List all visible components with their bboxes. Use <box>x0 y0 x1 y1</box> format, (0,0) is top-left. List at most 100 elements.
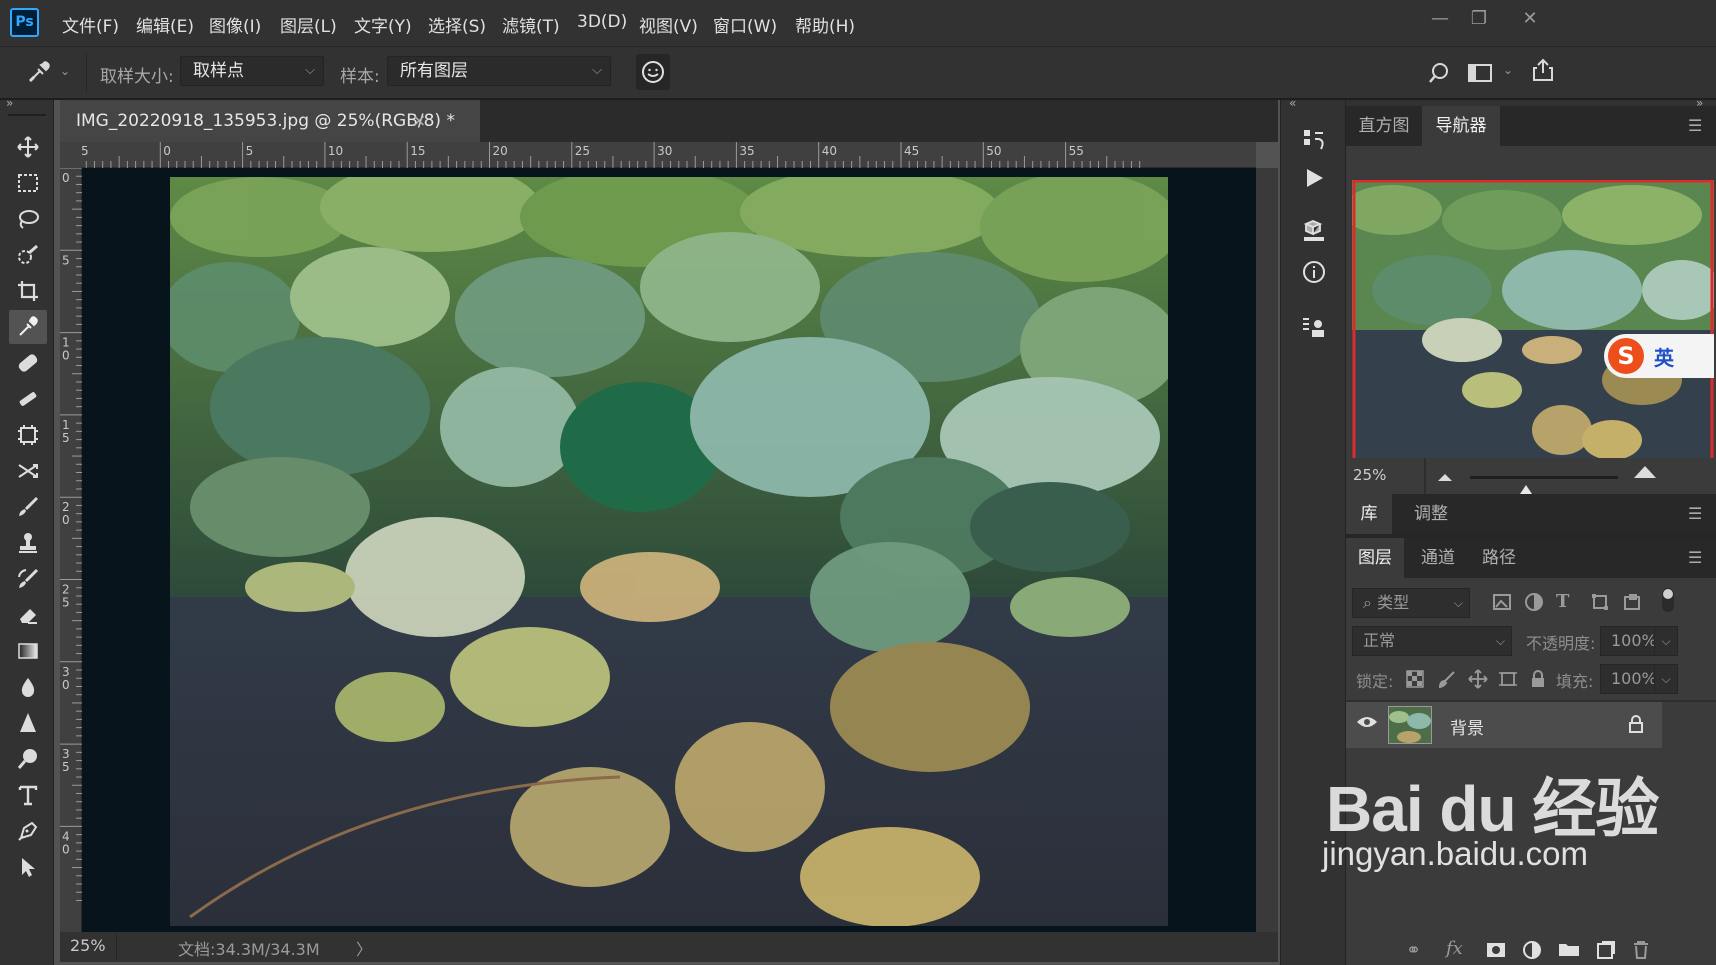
dodge-tool-icon[interactable] <box>9 742 47 776</box>
sample-size-select[interactable]: 取样点 ⌵ <box>180 56 324 86</box>
brush-tool-icon[interactable] <box>9 490 47 524</box>
sharpen-tool-icon[interactable] <box>9 706 47 740</box>
new-group-icon[interactable] <box>1558 941 1580 961</box>
delete-layer-icon[interactable] <box>1632 940 1650 964</box>
minimize-button[interactable]: — <box>1420 4 1460 34</box>
close-window-button[interactable]: ✕ <box>1510 4 1550 34</box>
tab-libraries[interactable]: 库 <box>1346 494 1392 534</box>
pen-tool-icon[interactable] <box>9 814 47 848</box>
restore-button[interactable]: ❐ <box>1459 4 1499 34</box>
actions-play-icon[interactable] <box>1296 160 1332 196</box>
menu-layer[interactable]: 图层(L) <box>280 12 337 37</box>
3d-panel-icon[interactable] <box>1296 214 1332 250</box>
menu-edit[interactable]: 编辑(E) <box>136 12 194 37</box>
history-panel-icon[interactable] <box>1296 122 1332 158</box>
zoom-in-icon[interactable] <box>1632 464 1658 484</box>
layer-name[interactable]: 背景 <box>1450 714 1484 739</box>
search-icon[interactable] <box>1422 56 1456 90</box>
add-mask-icon[interactable] <box>1486 942 1506 962</box>
link-layers-icon[interactable]: ⚭ <box>1406 940 1421 961</box>
lock-artboard-icon[interactable] <box>1498 670 1518 692</box>
filter-shape-icon[interactable] <box>1590 592 1610 616</box>
chevron-down-icon[interactable]: ⌄ <box>1503 63 1513 77</box>
eyedropper-tool-icon[interactable] <box>9 310 47 344</box>
navigator-thumbnail[interactable]: S 英 <box>1352 180 1714 474</box>
menu-view[interactable]: 视图(V) <box>639 12 698 37</box>
zoom-slider-track[interactable] <box>1470 476 1618 479</box>
info-icon[interactable] <box>1296 254 1332 290</box>
tab-histogram[interactable]: 直方图 <box>1346 106 1422 146</box>
expand-panel-icon[interactable]: » <box>6 96 13 110</box>
stamp-tool-icon[interactable] <box>9 526 47 560</box>
content-aware-tool-icon[interactable] <box>9 418 47 452</box>
lock-transparent-icon[interactable] <box>1406 670 1424 692</box>
ruler-v-label: 1 <box>62 336 70 350</box>
move-tool-icon[interactable] <box>9 130 47 164</box>
collapse-icon[interactable]: « <box>1289 96 1296 110</box>
menu-type[interactable]: 文字(Y) <box>354 12 412 37</box>
type-tool-icon[interactable] <box>9 778 47 812</box>
sample-select[interactable]: 所有图层 ⌵ <box>387 56 611 86</box>
zoom-out-icon[interactable] <box>1436 468 1454 487</box>
filter-type-icon[interactable]: T <box>1556 591 1569 612</box>
patch-tool-icon[interactable] <box>9 382 47 416</box>
new-adjustment-icon[interactable] <box>1522 940 1542 964</box>
content-move-tool-icon[interactable] <box>9 454 47 488</box>
tab-adjustments[interactable]: 调整 <box>1396 494 1466 534</box>
filter-adjustment-icon[interactable] <box>1524 592 1544 616</box>
navigator-zoom-value[interactable]: 25% <box>1353 466 1386 484</box>
menu-image[interactable]: 图像(I) <box>209 12 261 37</box>
filter-toggle[interactable] <box>1662 588 1674 612</box>
blend-mode-select[interactable]: 正常 ⌵ <box>1352 626 1512 656</box>
status-menu-arrow-icon[interactable]: 〉 <box>356 936 372 960</box>
menu-file[interactable]: 文件(F) <box>62 12 119 37</box>
menu-help[interactable]: 帮助(H) <box>795 12 855 37</box>
chevron-down-icon[interactable]: ⌄ <box>60 64 70 78</box>
filter-pixel-icon[interactable] <box>1492 592 1512 616</box>
gradient-tool-icon[interactable] <box>9 634 47 668</box>
menu-3d[interactable]: 3D(D) <box>577 12 627 32</box>
panel-menu-icon[interactable]: ☰ <box>1688 548 1702 567</box>
share-icon[interactable] <box>1526 53 1560 87</box>
crop-tool-icon[interactable] <box>9 274 47 308</box>
marquee-tool-icon[interactable] <box>9 166 47 200</box>
tab-paths[interactable]: 路径 <box>1468 538 1530 578</box>
panel-menu-icon[interactable]: ☰ <box>1688 116 1702 135</box>
filter-smart-object-icon[interactable] <box>1622 592 1642 616</box>
lasso-tool-icon[interactable] <box>9 202 47 236</box>
workspace-icon[interactable] <box>1463 56 1497 90</box>
layer-filter-select[interactable]: ⌕ 类型 ⌵ <box>1352 588 1470 618</box>
panel-menu-icon[interactable]: ☰ <box>1688 504 1702 523</box>
close-tab-icon[interactable]: × <box>412 100 426 142</box>
path-select-tool-icon[interactable] <box>9 850 47 884</box>
ime-indicator[interactable]: S 英 <box>1604 334 1714 378</box>
visibility-eye-icon[interactable] <box>1356 714 1378 734</box>
quick-select-tool-icon[interactable] <box>9 238 47 272</box>
vertical-scrollbar[interactable] <box>1256 168 1278 932</box>
menu-select[interactable]: 选择(S) <box>428 12 486 37</box>
chevron-down-icon[interactable]: ⌵ <box>1654 626 1678 656</box>
healing-tool-icon[interactable] <box>9 346 47 380</box>
tab-navigator[interactable]: 导航器 <box>1422 106 1500 146</box>
menu-window[interactable]: 窗口(W) <box>713 12 777 37</box>
lotus-pond-photo[interactable] <box>170 177 1168 926</box>
new-layer-icon[interactable] <box>1596 940 1616 964</box>
lock-pixels-icon[interactable] <box>1438 670 1456 692</box>
properties-icon[interactable] <box>1296 310 1332 346</box>
document-tab[interactable]: IMG_20220918_135953.jpg @ 25%(RGB/8) * × <box>60 100 480 142</box>
layer-row[interactable]: 背景 <box>1346 702 1662 748</box>
blur-tool-icon[interactable] <box>9 670 47 704</box>
lock-position-icon[interactable] <box>1468 669 1488 693</box>
history-brush-tool-icon[interactable] <box>9 562 47 596</box>
fx-icon[interactable]: fx <box>1446 938 1463 959</box>
tab-channels[interactable]: 通道 <box>1408 538 1468 578</box>
chevron-down-icon[interactable]: ⌵ <box>1654 664 1678 694</box>
eyedropper-preset-icon[interactable] <box>22 55 56 89</box>
eraser-tool-icon[interactable] <box>9 598 47 632</box>
tab-layers[interactable]: 图层 <box>1346 538 1404 578</box>
lock-all-icon[interactable] <box>1530 669 1546 693</box>
menu-filter[interactable]: 滤镜(T) <box>502 12 560 37</box>
zoom-level[interactable]: 25% <box>70 936 106 955</box>
layer-lock-icon[interactable] <box>1628 714 1644 738</box>
sampling-ring-icon[interactable] <box>636 54 670 90</box>
